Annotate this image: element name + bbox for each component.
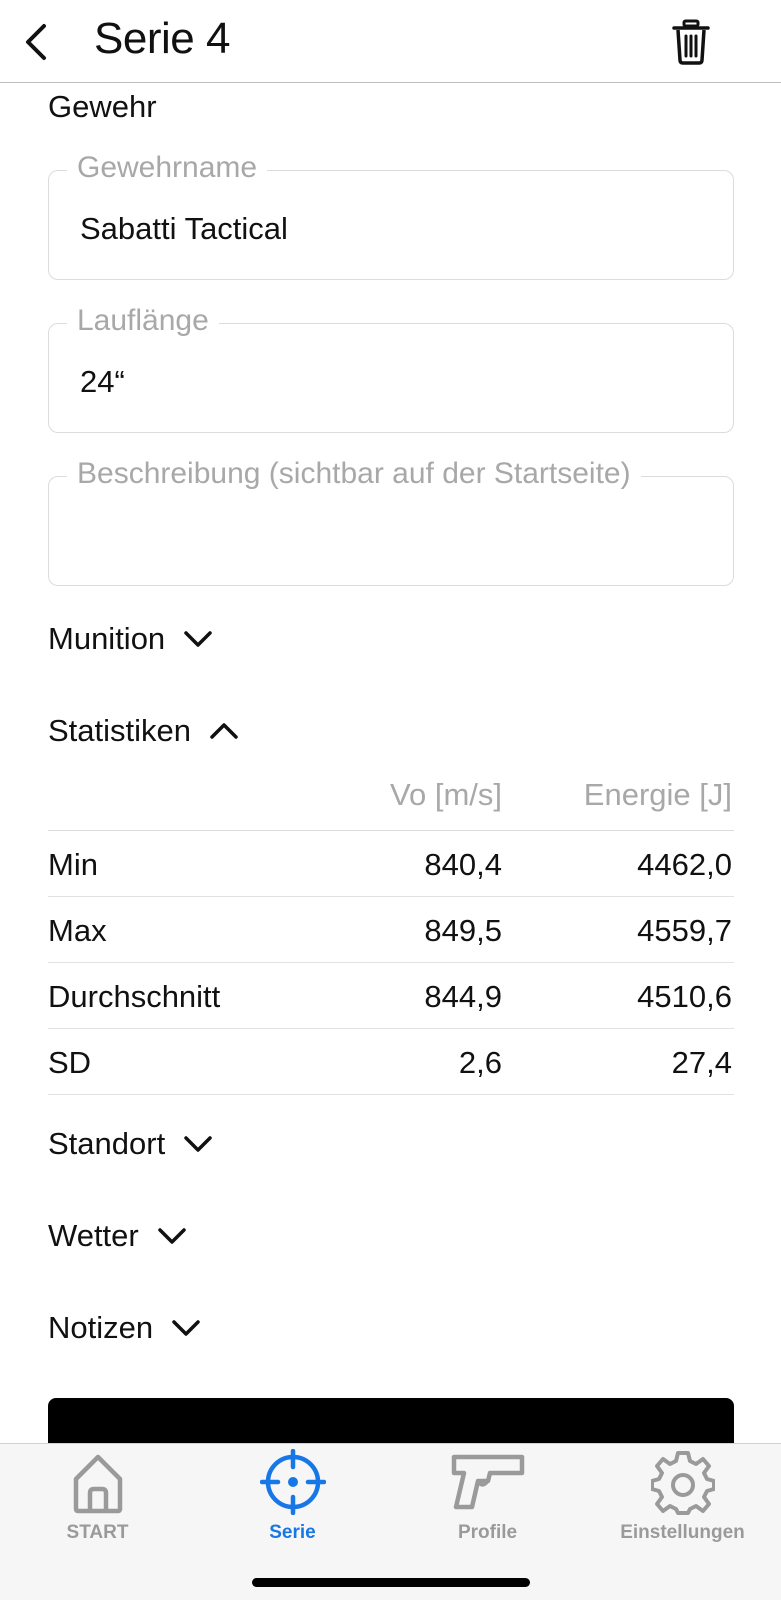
tab-start-label: START (66, 1522, 129, 1543)
energie-value: 4462,0 (637, 847, 732, 882)
tab-serie-label: Serie (269, 1522, 316, 1543)
statistics-header-row: Vo [m/s] Energie [J] (48, 773, 734, 831)
lauflaenge-value: 24“ (80, 364, 125, 399)
page-title: Serie 4 (94, 14, 230, 63)
munition-label: Munition (48, 621, 166, 656)
statistiken-label: Statistiken (48, 713, 192, 748)
row-label: SD (48, 1045, 92, 1080)
energie-value: 4510,6 (637, 979, 732, 1014)
standort-toggle[interactable]: Standort (48, 1126, 213, 1162)
table-row: Durchschnitt 844,9 4510,6 (48, 963, 734, 1029)
gewehrname-label: Gewehrname (67, 151, 268, 185)
column-header-vo: Vo [m/s] (390, 777, 502, 812)
column-header-energie: Energie [J] (583, 777, 732, 812)
vo-value: 849,5 (424, 913, 502, 948)
munition-toggle[interactable]: Munition (48, 621, 213, 657)
lauflaenge-field[interactable]: Lauflänge 24“ (48, 304, 734, 433)
vo-value: 840,4 (424, 847, 502, 882)
vo-value: 2,6 (458, 1045, 502, 1080)
pistol-icon (451, 1454, 524, 1510)
tab-start[interactable]: START (0, 1444, 195, 1554)
row-label: Min (48, 847, 98, 882)
standort-label: Standort (48, 1126, 166, 1161)
tab-serie[interactable]: Serie (195, 1444, 390, 1554)
gewehrname-field[interactable]: Gewehrname Sabatti Tactical (48, 151, 734, 280)
home-icon (73, 1454, 122, 1514)
wetter-label: Wetter (48, 1218, 139, 1253)
delete-button[interactable] (668, 18, 714, 66)
gear-icon (650, 1451, 715, 1515)
gewehrname-value: Sabatti Tactical (80, 211, 288, 246)
tab-einstellungen-label: Einstellungen (620, 1522, 745, 1543)
notizen-label: Notizen (48, 1310, 154, 1345)
table-row: SD 2,6 27,4 (48, 1029, 734, 1095)
crosshair-icon (259, 1449, 326, 1515)
energie-value: 4559,7 (637, 913, 732, 948)
content-scroll[interactable]: Gewehr Gewehrname Sabatti Tactical Laufl… (0, 83, 781, 1443)
top-bar: Serie 4 (0, 0, 781, 83)
beschreibung-field[interactable]: Beschreibung (sichtbar auf der Startseit… (48, 457, 734, 586)
notizen-toggle[interactable]: Notizen (48, 1310, 201, 1346)
lauflaenge-label: Lauflänge (67, 304, 219, 338)
statistiken-toggle[interactable]: Statistiken (48, 713, 239, 749)
chevron-down-icon (184, 631, 212, 647)
tab-profile[interactable]: Profile (390, 1444, 585, 1554)
row-label: Durchschnitt (48, 979, 221, 1014)
table-row: Min 840,4 4462,0 (48, 831, 734, 897)
chevron-down-icon (172, 1320, 200, 1336)
row-label: Max (48, 913, 107, 948)
chevron-down-icon (157, 1228, 186, 1244)
trash-icon (672, 19, 710, 65)
gewehr-heading: Gewehr (48, 89, 157, 124)
vo-value: 844,9 (424, 979, 502, 1014)
tab-profile-label: Profile (457, 1522, 518, 1543)
chevron-down-icon (184, 1136, 212, 1152)
wetter-toggle[interactable]: Wetter (48, 1218, 187, 1254)
chevron-left-icon (26, 24, 46, 60)
chevron-up-icon (210, 723, 238, 739)
back-button[interactable] (18, 18, 58, 66)
statistics-table: Vo [m/s] Energie [J] Min 840,4 4462,0 Ma… (48, 773, 734, 1095)
table-row: Max 849,5 4559,7 (48, 897, 734, 963)
beschreibung-label: Beschreibung (sichtbar auf der Startseit… (67, 457, 641, 491)
action-button[interactable] (48, 1398, 734, 1443)
tab-bar: START Serie Profile Einstellungen (0, 1443, 781, 1600)
home-indicator (252, 1578, 530, 1587)
tab-einstellungen[interactable]: Einstellungen (585, 1444, 780, 1554)
energie-value: 27,4 (671, 1045, 732, 1080)
